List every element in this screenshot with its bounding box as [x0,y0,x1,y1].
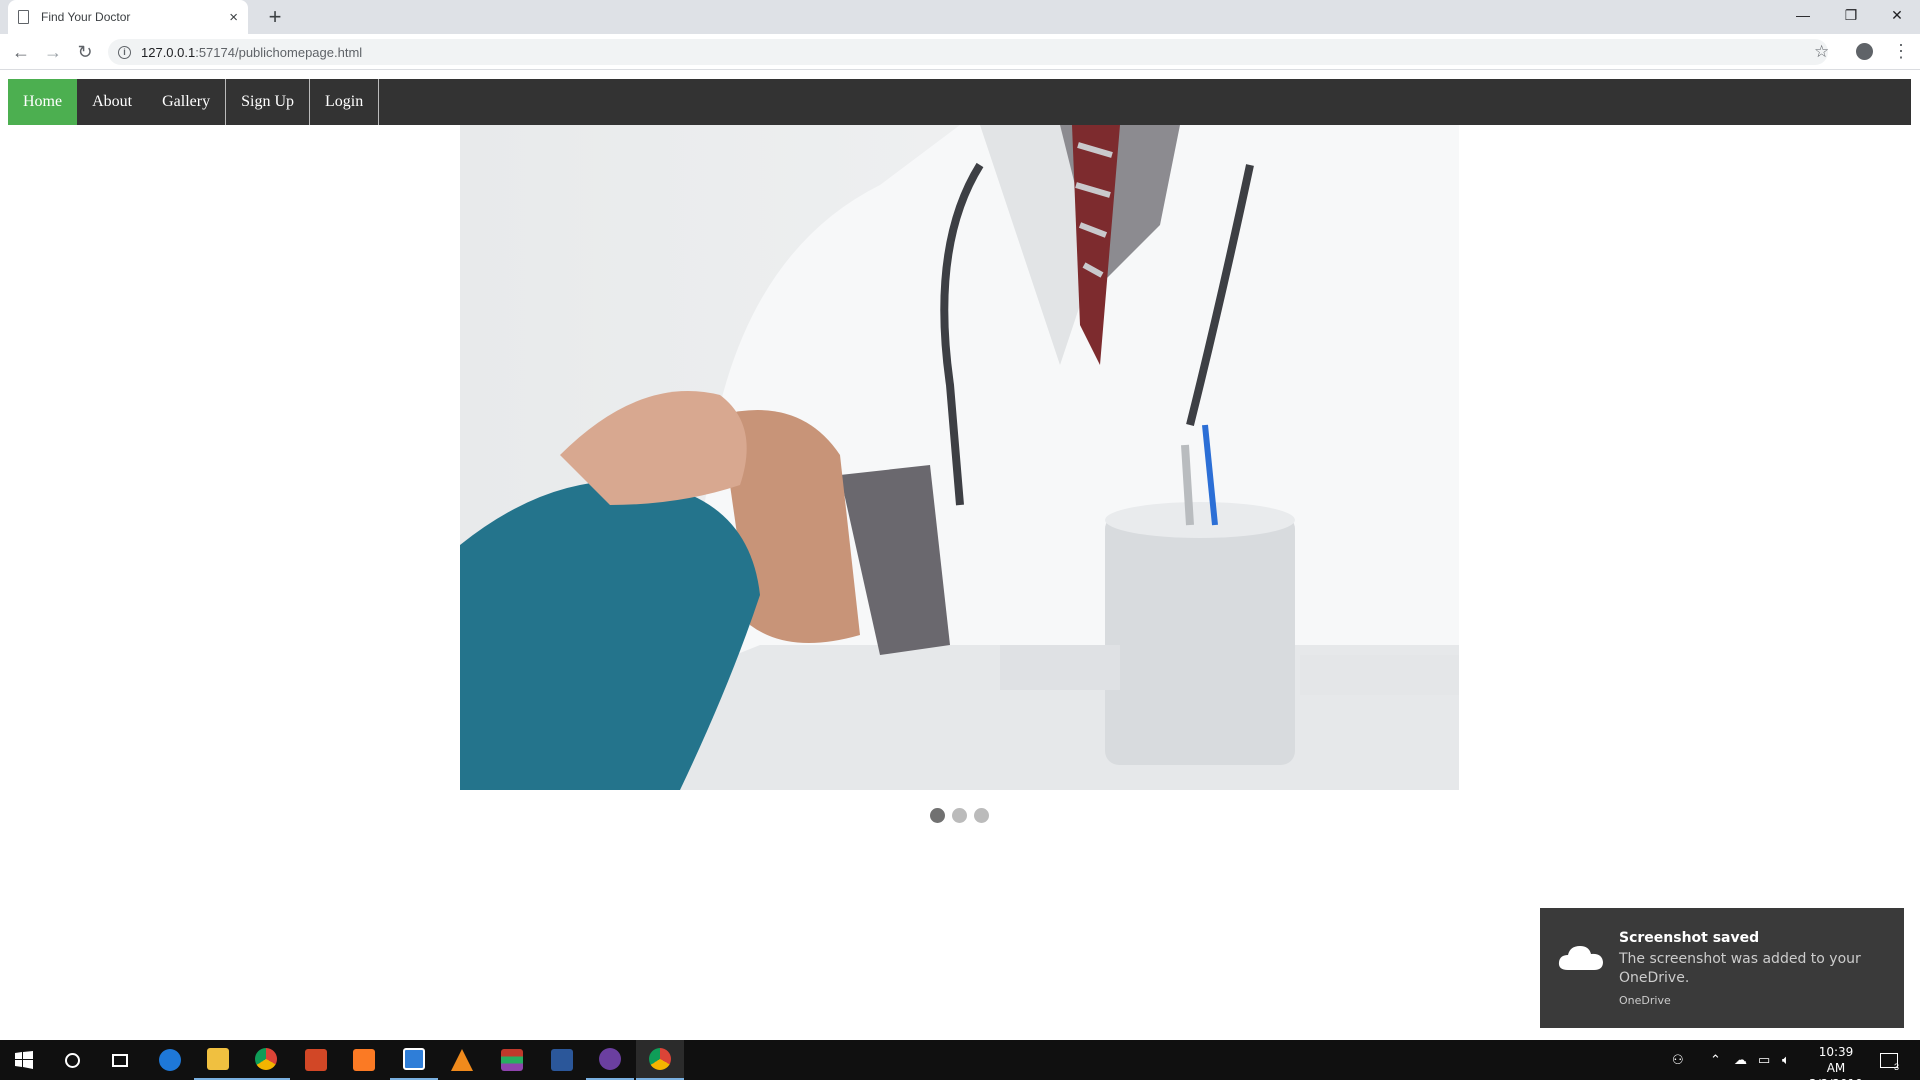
browser-tabstrip: Find Your Doctor × + — ❐ ✕ [0,0,1920,34]
back-button[interactable]: ← [9,40,33,64]
reload-button[interactable]: ↻ [73,40,97,64]
toast-body: The screenshot was added to your OneDriv… [1619,951,1861,986]
forward-button[interactable]: → [41,40,65,64]
toast-title: Screenshot saved [1619,930,1760,946]
chrome-active-icon[interactable] [636,1040,684,1080]
toast-source: OneDrive [1619,994,1671,1007]
task-view-icon[interactable] [96,1040,144,1080]
nav-signup[interactable]: Sign Up [226,79,310,125]
tab-title: Find Your Doctor [41,10,131,24]
new-tab-button[interactable]: + [262,4,288,30]
clock-time: 10:39 AM [1818,1045,1854,1075]
people-icon[interactable]: ⚇ [1672,1040,1684,1080]
powerpoint-icon[interactable] [292,1040,340,1080]
profile-avatar-icon[interactable] [1856,43,1873,60]
start-icon[interactable] [0,1040,48,1080]
slide-dot-2[interactable] [952,808,967,823]
bookmark-star-icon[interactable]: ☆ [1814,42,1829,62]
url-host: 127.0.0.1 [141,44,196,60]
tray-chevron-icon[interactable]: ⌃ [1710,1040,1721,1080]
chrome-icon[interactable] [242,1040,290,1080]
browser-menu-icon[interactable]: ⋮ [1892,40,1910,62]
nav-home[interactable]: Home [8,79,78,125]
url-path: :57174/publichomepage.html [195,44,363,60]
doctor-patient-photo [460,125,1459,790]
clock-date: 3/2/2019 [1809,1077,1863,1091]
window-close-button[interactable]: ✕ [1874,0,1920,30]
vlc-icon[interactable] [438,1040,486,1080]
slideshow-image [460,125,1459,790]
media-player-icon[interactable] [586,1040,634,1080]
slide-dot-1[interactable] [930,808,945,823]
edge-icon[interactable] [146,1040,194,1080]
page-icon [18,10,29,24]
nav-gallery[interactable]: Gallery [147,79,227,125]
address-bar[interactable]: i 127.0.0.1 :57174/publichomepage.html [108,39,1828,65]
taskbar-clock[interactable]: 10:39 AM 3/2/2019 [1808,1044,1864,1092]
winrar-icon[interactable] [488,1040,536,1080]
site-navbar: Home About Gallery Sign Up Login [8,79,1911,125]
browser-tab[interactable]: Find Your Doctor × [8,0,248,34]
tab-close-icon[interactable]: × [229,9,238,26]
browser-toolbar: ← → ↻ i 127.0.0.1 :57174/publichomepage.… [0,34,1920,70]
network-icon[interactable]: ▭ [1758,1040,1770,1080]
xampp-icon[interactable] [340,1040,388,1080]
file-explorer-icon[interactable] [194,1040,242,1080]
cortana-icon[interactable] [48,1040,96,1080]
slideshow-dots [930,808,989,823]
cloud-icon [1558,946,1603,970]
slide-dot-3[interactable] [974,808,989,823]
word-icon[interactable] [538,1040,586,1080]
volume-icon[interactable]: 🔈︎ [1782,1040,1790,1080]
brackets-icon[interactable] [390,1040,438,1080]
restore-button[interactable]: ❐ [1828,0,1874,30]
action-center-icon[interactable]: 3 [1880,1040,1899,1080]
nav-login[interactable]: Login [310,79,380,125]
onedrive-notification[interactable]: Screenshot saved The screenshot was adde… [1540,908,1904,1028]
windows-taskbar: ⚇ ⌃ ☁ ▭ 🔈︎ 10:39 AM 3/2/2019 3 [0,1040,1920,1091]
nav-about[interactable]: About [77,79,147,125]
onedrive-tray-icon[interactable]: ☁ [1734,1040,1747,1080]
info-icon[interactable]: i [118,45,131,59]
minimize-button[interactable]: — [1780,0,1826,30]
